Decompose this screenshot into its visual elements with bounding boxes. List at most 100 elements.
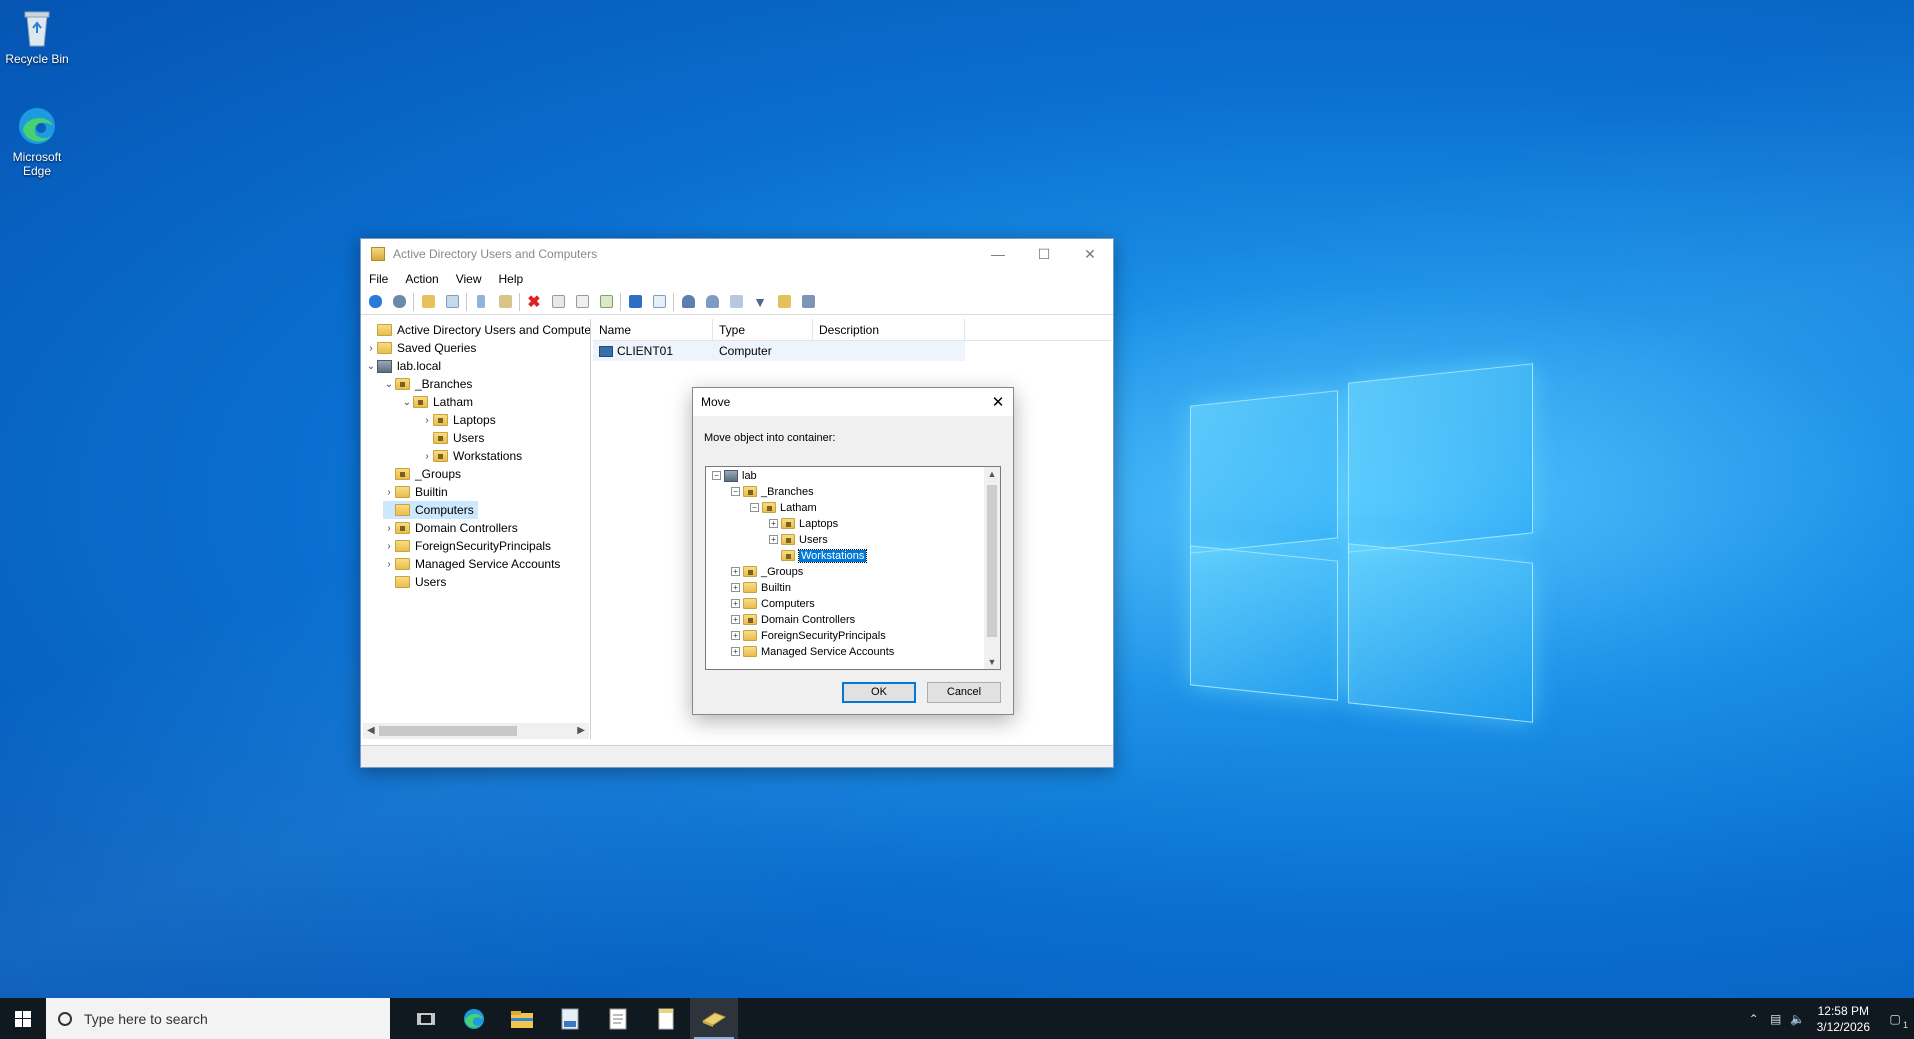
back-icon[interactable] [365,292,385,312]
chevron-right-icon[interactable]: › [383,487,395,498]
tree-node-saved-queries[interactable]: › Saved Queries [365,339,476,357]
collapse-icon[interactable]: − [731,487,740,496]
tree-node-fsp[interactable]: › ForeignSecurityPrincipals [383,537,551,555]
dtree-node-workstations[interactable]: Workstations [781,548,868,563]
list-item[interactable]: CLIENT01 Computer [593,341,965,361]
expand-icon[interactable]: + [731,615,740,624]
new-user-icon[interactable] [678,292,698,312]
close-button[interactable]: ✕ [1067,239,1113,269]
network-icon[interactable]: ▤ [1765,1012,1787,1026]
cut-icon[interactable] [471,292,491,312]
scrollbar-thumb[interactable] [987,485,997,637]
scroll-left-icon[interactable]: ◀ [367,723,375,739]
dtree-node-latham[interactable]: − Latham [750,500,817,515]
dtree-node-fsp[interactable]: + ForeignSecurityPrincipals [731,628,886,643]
dialog-title-bar[interactable]: Move ✕ [693,388,1013,416]
menu-help[interactable]: Help [499,272,524,286]
properties-icon[interactable] [548,292,568,312]
taskbar-edge[interactable] [450,998,498,1039]
expand-icon[interactable]: + [731,647,740,656]
tree-node-msa[interactable]: › Managed Service Accounts [383,555,560,573]
tree-node-branches[interactable]: ⌄ _Branches [383,375,473,393]
chevron-right-icon[interactable]: › [383,559,395,570]
expand-icon[interactable]: + [731,599,740,608]
tree-node-users[interactable]: Users [383,573,446,591]
copy-icon[interactable] [495,292,515,312]
chevron-right-icon[interactable]: › [383,523,395,534]
tree-node-builtin[interactable]: › Builtin [383,483,447,501]
tree-node-domain[interactable]: ⌄ lab.local [365,357,441,375]
column-header-description[interactable]: Description [813,319,965,340]
tree-horizontal-scrollbar[interactable]: ◀ ▶ [363,723,589,739]
cancel-button[interactable]: Cancel [927,682,1001,703]
tree-node-laptops[interactable]: › Laptops [421,411,495,429]
menu-view[interactable]: View [456,272,482,286]
taskbar-file-explorer[interactable] [498,998,546,1039]
dtree-node-groups[interactable]: + _Groups [731,564,803,579]
dtree-node-lab[interactable]: − lab [712,468,757,483]
tree-node-computers[interactable]: Computers [383,501,478,519]
find-icon[interactable] [774,292,794,312]
expand-icon[interactable]: + [731,583,740,592]
title-bar[interactable]: Active Directory Users and Computers — ☐… [361,239,1113,269]
tree-node-users-ou[interactable]: Users [421,429,484,447]
chevron-down-icon[interactable]: ⌄ [365,361,377,372]
show-hidden-icons-chevron-up-icon[interactable]: ⌃ [1743,1012,1765,1026]
scroll-right-icon[interactable]: ▶ [577,723,585,739]
dtree-node-builtin[interactable]: + Builtin [731,580,791,595]
volume-muted-icon[interactable]: 🔈 [1787,1012,1809,1026]
forward-icon[interactable] [389,292,409,312]
scroll-up-icon[interactable]: ▲ [984,469,1000,479]
ok-button[interactable]: OK [842,682,916,703]
scroll-down-icon[interactable]: ▼ [984,657,1000,667]
add-to-group-icon[interactable] [798,292,818,312]
minimize-button[interactable]: — [975,239,1021,269]
dtree-node-laptops[interactable]: + Laptops [769,516,838,531]
taskbar-search-box[interactable]: Type here to search [46,998,390,1039]
notification-center-icon[interactable]: ▢ 1 [1884,1012,1908,1030]
chevron-down-icon[interactable]: ⌄ [401,397,413,408]
taskbar-aduc[interactable] [690,998,738,1039]
expand-icon[interactable]: + [769,519,778,528]
task-view-button[interactable] [402,998,450,1039]
tree-node-root[interactable]: Active Directory Users and Computers [365,321,590,339]
expand-icon[interactable]: + [731,631,740,640]
column-header-type[interactable]: Type [713,319,813,340]
up-folder-icon[interactable] [418,292,438,312]
expand-icon[interactable]: + [731,567,740,576]
chevron-right-icon[interactable]: › [365,343,377,354]
start-button[interactable] [0,998,46,1039]
chevron-right-icon[interactable]: › [383,541,395,552]
desktop-icon-recycle-bin[interactable]: Recycle Bin [0,6,74,66]
expand-icon[interactable]: + [769,535,778,544]
chevron-right-icon[interactable]: › [421,415,433,426]
taskbar-server-manager[interactable] [546,998,594,1039]
refresh-icon[interactable] [572,292,592,312]
delete-icon[interactable]: ✖ [524,292,544,312]
show-tree-icon[interactable] [442,292,462,312]
new-group-icon[interactable] [702,292,722,312]
taskbar-document[interactable] [642,998,690,1039]
menu-action[interactable]: Action [405,272,438,286]
collapse-icon[interactable]: − [712,471,721,480]
tree-node-latham[interactable]: ⌄ Latham [401,393,473,411]
export-list-icon[interactable] [596,292,616,312]
dialog-close-icon[interactable]: ✕ [983,393,1013,411]
chevron-right-icon[interactable]: › [421,451,433,462]
desktop-icon-edge[interactable]: Microsoft Edge [0,104,74,178]
dtree-node-msa[interactable]: + Managed Service Accounts [731,644,894,659]
menu-file[interactable]: File [369,272,388,286]
chevron-down-icon[interactable]: ⌄ [383,379,395,390]
dtree-node-computers[interactable]: + Computers [731,596,815,611]
tree-node-groups[interactable]: _Groups [383,465,461,483]
dtree-node-users-ou[interactable]: + Users [769,532,828,547]
filter-icon[interactable]: ▼ [750,292,770,312]
dtree-node-domain-controllers[interactable]: + Domain Controllers [731,612,855,627]
collapse-icon[interactable]: − [750,503,759,512]
tree-node-workstations[interactable]: › Workstations [421,447,522,465]
clock[interactable]: 12:58 PM 3/12/2026 [1817,1003,1870,1035]
show-action-pane-icon[interactable] [649,292,669,312]
help-icon[interactable] [625,292,645,312]
dtree-node-branches[interactable]: − _Branches [731,484,814,499]
maximize-button[interactable]: ☐ [1021,239,1067,269]
